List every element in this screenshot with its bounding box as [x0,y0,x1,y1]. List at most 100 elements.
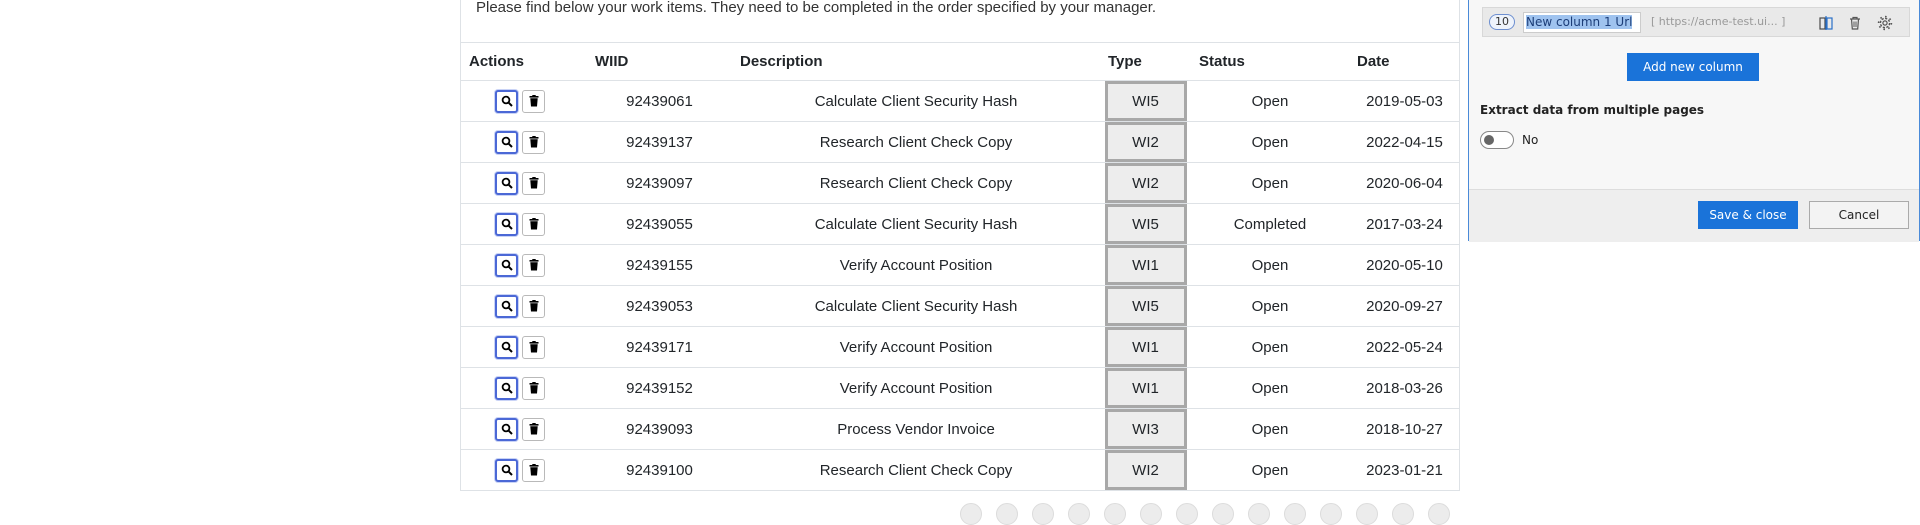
cell-type: WI5 [1100,285,1191,327]
table-header-row: Actions WIID Description Type Status Dat… [461,42,1460,81]
view-item-button[interactable] [495,417,518,441]
search-icon [501,341,513,353]
cell-wiid: 92439137 [587,121,732,163]
cell-description: Verify Account Position [732,244,1100,286]
page-dot[interactable] [960,503,982,525]
view-item-button[interactable] [495,89,518,113]
save-close-button[interactable]: Save & close [1698,201,1798,229]
delete-column-icon[interactable] [1847,15,1863,31]
cell-status: Open [1191,80,1349,122]
extract-multiple-pages-label: Extract data from multiple pages [1480,103,1705,117]
delete-item-button[interactable] [522,417,545,441]
view-item-button[interactable] [495,294,518,318]
cell-description: Calculate Client Security Hash [732,80,1100,122]
table-row: 92439093 Process Vendor Invoice WI3 Open 201… [461,408,1460,450]
cell-description: Research Client Check Copy [732,121,1100,163]
search-icon [501,95,513,107]
page-dot[interactable] [1320,503,1342,525]
table-row: 92439100 Research Client Check Copy WI2 Ope… [461,449,1460,490]
cell-type: WI1 [1100,367,1191,409]
trash-icon [529,382,539,394]
delete-item-button[interactable] [522,376,545,400]
cell-status: Open [1191,367,1349,409]
search-icon [501,300,513,312]
cell-type: WI3 [1100,408,1191,450]
cell-wiid: 92439171 [587,326,732,368]
page-dot[interactable] [1104,503,1126,525]
page-dot[interactable] [1140,503,1162,525]
cell-wiid: 92439152 [587,367,732,409]
cell-date: 2022-05-24 [1349,326,1460,368]
cell-status: Open [1191,244,1349,286]
delete-item-button[interactable] [522,171,545,195]
delete-item-button[interactable] [522,253,545,277]
cell-description: Research Client Check Copy [732,449,1100,490]
page-dot[interactable] [1176,503,1198,525]
cell-wiid: 92439100 [587,449,732,490]
view-item-button[interactable] [495,376,518,400]
page-dot[interactable] [1212,503,1234,525]
search-icon [501,259,513,271]
column-width-icon[interactable] [1818,15,1834,31]
page-dot[interactable] [1392,503,1414,525]
cell-type: WI2 [1100,121,1191,163]
cell-description: Calculate Client Security Hash [732,203,1100,245]
extract-multiple-pages-toggle[interactable] [1480,131,1514,149]
table-body: 92439061 Calculate Client Security Hash WI… [461,80,1460,490]
view-item-button[interactable] [495,458,518,482]
search-icon [501,177,513,189]
column-name-text: New column 1 Url [1526,15,1633,29]
header-status: Status [1191,42,1349,81]
cell-date: 2017-03-24 [1349,203,1460,245]
cell-status: Open [1191,121,1349,163]
page-dot[interactable] [996,503,1018,525]
cell-wiid: 92439053 [587,285,732,327]
delete-item-button[interactable] [522,335,545,359]
type-badge: WI2 [1104,450,1187,490]
delete-item-button[interactable] [522,130,545,154]
delete-item-button[interactable] [522,294,545,318]
column-row: 10 New column 1 Url [ https://acme-test.… [1482,7,1910,37]
cell-date: 2020-05-10 [1349,244,1460,286]
table-row: 92439061 Calculate Client Security Hash WI… [461,80,1460,122]
extract-data-dialog: 10 New column 1 Url [ https://acme-test.… [1468,0,1920,242]
cell-date: 2022-04-15 [1349,121,1460,163]
view-item-button[interactable] [495,212,518,236]
type-badge: WI3 [1104,409,1187,449]
view-item-button[interactable] [495,171,518,195]
delete-item-button[interactable] [522,89,545,113]
table-row: 92439171 Verify Account Position WI1 Open 20… [461,326,1460,368]
cell-date: 2023-01-21 [1349,449,1460,490]
cell-type: WI1 [1100,326,1191,368]
cell-type: WI5 [1100,203,1191,245]
gear-icon[interactable] [1877,15,1893,31]
header-type: Type [1100,42,1191,81]
delete-item-button[interactable] [522,212,545,236]
cell-type: WI5 [1100,80,1191,122]
row-actions [461,326,587,368]
page-dot[interactable] [1284,503,1306,525]
cell-type: WI1 [1100,244,1191,286]
cancel-button[interactable]: Cancel [1809,201,1909,229]
view-item-button[interactable] [495,335,518,359]
row-actions [461,203,587,245]
cell-status: Open [1191,285,1349,327]
delete-item-button[interactable] [522,458,545,482]
view-item-button[interactable] [495,130,518,154]
view-item-button[interactable] [495,253,518,277]
row-actions [461,162,587,204]
page-dot[interactable] [1356,503,1378,525]
cell-date: 2018-03-26 [1349,367,1460,409]
cell-status: Open [1191,326,1349,368]
page-dot[interactable] [1248,503,1270,525]
cell-wiid: 92439055 [587,203,732,245]
trash-icon [529,95,539,107]
page-dot[interactable] [1428,503,1450,525]
column-name-input[interactable]: New column 1 Url [1523,12,1641,33]
page-dot[interactable] [1068,503,1090,525]
add-new-column-button[interactable]: Add new column [1627,53,1759,81]
trash-icon [529,218,539,230]
table-row: 92439137 Research Client Check Copy WI2 Ope… [461,121,1460,163]
type-badge: WI5 [1104,286,1187,326]
page-dot[interactable] [1032,503,1054,525]
